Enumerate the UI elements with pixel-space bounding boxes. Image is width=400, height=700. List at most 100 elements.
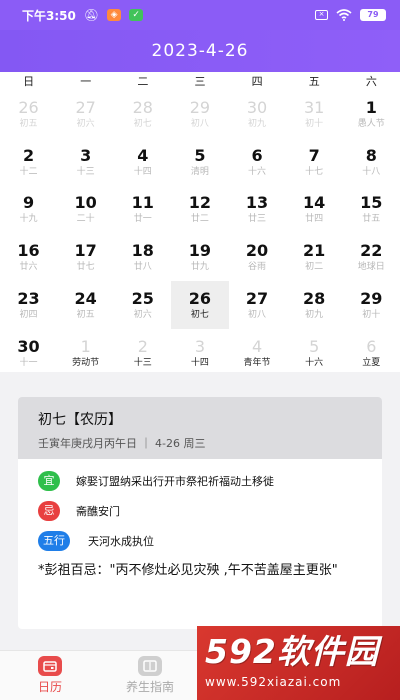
lunar-day-label: 十八 — [362, 166, 381, 177]
day-cell[interactable]: 6 立夏 — [343, 329, 400, 377]
lunar-day-label: 十三 — [76, 166, 95, 177]
day-cell[interactable]: 2 十三 — [114, 329, 171, 377]
day-number: 11 — [131, 193, 154, 213]
day-cell[interactable]: 25 初六 — [114, 281, 171, 329]
day-number: 1 — [365, 97, 377, 117]
day-cell-selected[interactable]: 26 初七 — [171, 281, 229, 329]
day-number: 14 — [303, 193, 326, 213]
day-cell[interactable]: 14 廿四 — [286, 186, 343, 234]
day-number: 21 — [303, 241, 326, 261]
day-number: 4 — [251, 336, 263, 356]
day-cell[interactable]: 24 初五 — [57, 281, 114, 329]
day-cell[interactable]: 29 初十 — [343, 281, 400, 329]
day-cell[interactable]: 17 廿七 — [57, 233, 114, 281]
day-cell[interactable]: 5 清明 — [171, 138, 228, 186]
day-cell[interactable]: 28 初七 — [114, 90, 171, 138]
current-date-title[interactable]: 2023-4-26 — [152, 41, 249, 61]
lunar-day-label: 十六 — [305, 357, 324, 368]
day-cell[interactable]: 20 谷雨 — [229, 233, 286, 281]
day-number: 9 — [22, 193, 35, 213]
lunar-day-label: 初八 — [248, 310, 267, 321]
tab-health-guide[interactable]: 养生指南 — [100, 651, 200, 700]
ji-text: 斋醮安门 — [76, 505, 120, 518]
day-cell[interactable]: 4 青年节 — [229, 329, 286, 377]
lunar-day-label: 初六 — [76, 118, 95, 129]
day-detail-card: 初七【农历】 壬寅年庚戌月丙午日 ｜ 4-26 周三 宜 嫁娶订盟纳采出行开市祭… — [18, 397, 382, 629]
day-number: 26 — [18, 97, 39, 117]
day-cell[interactable]: 3 十四 — [171, 329, 228, 377]
day-cell[interactable]: 2 十二 — [0, 138, 57, 186]
day-cell[interactable]: 23 初四 — [0, 281, 57, 329]
day-number: 24 — [74, 289, 97, 309]
day-cell[interactable]: 8 十八 — [343, 138, 400, 186]
day-number: 15 — [360, 193, 383, 213]
day-cell[interactable]: 30 十一 — [0, 329, 57, 377]
day-cell[interactable]: 9 十九 — [0, 186, 57, 234]
day-cell[interactable]: 29 初八 — [171, 90, 228, 138]
day-number: 25 — [131, 289, 154, 309]
lunar-day-label: 廿三 — [248, 214, 267, 225]
day-cell[interactable]: 27 初八 — [229, 281, 286, 329]
yi-badge: 宜 — [38, 471, 60, 491]
day-cell[interactable]: 31 初十 — [286, 90, 343, 138]
day-cell[interactable]: 15 廿五 — [343, 186, 400, 234]
tab-calendar[interactable]: 日历 — [0, 651, 100, 700]
lunar-day-label: 廿七 — [76, 262, 95, 273]
day-cell[interactable]: 18 廿八 — [114, 233, 171, 281]
lunar-day-label: 廿九 — [190, 262, 209, 273]
day-cell[interactable]: 28 初九 — [286, 281, 343, 329]
day-number: 31 — [304, 97, 325, 117]
day-cell[interactable]: 11 廿一 — [114, 186, 171, 234]
day-cell[interactable]: 4 十四 — [114, 138, 171, 186]
day-number: 28 — [303, 289, 326, 309]
day-number: 17 — [74, 241, 97, 261]
day-cell[interactable]: 27 初六 — [57, 90, 114, 138]
day-cell[interactable]: 12 廿二 — [171, 186, 228, 234]
day-cell[interactable]: 1 劳动节 — [57, 329, 114, 377]
day-number: 29 — [360, 289, 383, 309]
day-number: 2 — [137, 336, 148, 356]
day-cell[interactable]: 5 十六 — [286, 329, 343, 377]
lunar-day-label: 初七 — [190, 310, 209, 321]
day-cell[interactable]: 16 廿六 — [0, 233, 57, 281]
day-number: 5 — [309, 336, 320, 356]
battery-icon: 79 — [360, 9, 386, 21]
lunar-day-label: 十一 — [19, 357, 38, 368]
day-cell[interactable]: 10 二十 — [57, 186, 114, 234]
wuxing-text: 天河水成执位 — [88, 535, 154, 548]
weekday-label: 三 — [194, 75, 206, 88]
yi-text: 嫁娶订盟纳采出行开市祭祀祈福动土移徙 — [76, 475, 274, 488]
wuxing-badge: 五行 — [38, 531, 70, 551]
calendar-icon — [38, 656, 62, 676]
lunar-day-label: 初十 — [362, 310, 381, 321]
day-cell[interactable]: 7 十七 — [286, 138, 343, 186]
lunar-day-label: 愚人节 — [357, 118, 385, 129]
day-cell[interactable]: 1 愚人节 — [343, 90, 400, 138]
day-cell[interactable]: 6 十六 — [229, 138, 286, 186]
day-number: 3 — [80, 145, 92, 165]
day-cell[interactable]: 30 初九 — [229, 90, 286, 138]
day-cell[interactable]: 3 十三 — [57, 138, 114, 186]
lunar-day-label: 初二 — [305, 262, 324, 273]
lunar-day-label: 廿五 — [362, 214, 381, 225]
weekday-row: 日一二三四五六 — [0, 72, 400, 90]
calendar-header: 2023-4-26 — [0, 30, 400, 72]
site-watermark: 592软件园 www.592xiazai.com — [197, 626, 400, 700]
day-number: 2 — [22, 145, 35, 165]
day-cell[interactable]: 22 地球日 — [343, 233, 400, 281]
tab-calendar-label: 日历 — [37, 680, 62, 694]
day-number: 20 — [245, 241, 269, 261]
lunar-day-label: 初四 — [19, 310, 38, 321]
day-cell[interactable]: 26 初五 — [0, 90, 57, 138]
day-number: 13 — [245, 193, 269, 213]
day-cell[interactable]: 19 廿九 — [171, 233, 228, 281]
day-number: 30 — [17, 336, 40, 356]
lunar-day-label: 地球日 — [357, 262, 385, 273]
month-calendar: 日一二三四五六 26 初五 27 初六 28 初七 29 初八 30 初九 31 初十 1 愚人节 2 十二 3… — [0, 72, 400, 372]
day-number: 27 — [245, 289, 269, 309]
day-number: 18 — [131, 241, 154, 261]
ji-badge: 忌 — [38, 501, 60, 521]
lunar-day-label: 清明 — [190, 166, 209, 177]
day-cell[interactable]: 21 初二 — [286, 233, 343, 281]
day-cell[interactable]: 13 廿三 — [229, 186, 286, 234]
